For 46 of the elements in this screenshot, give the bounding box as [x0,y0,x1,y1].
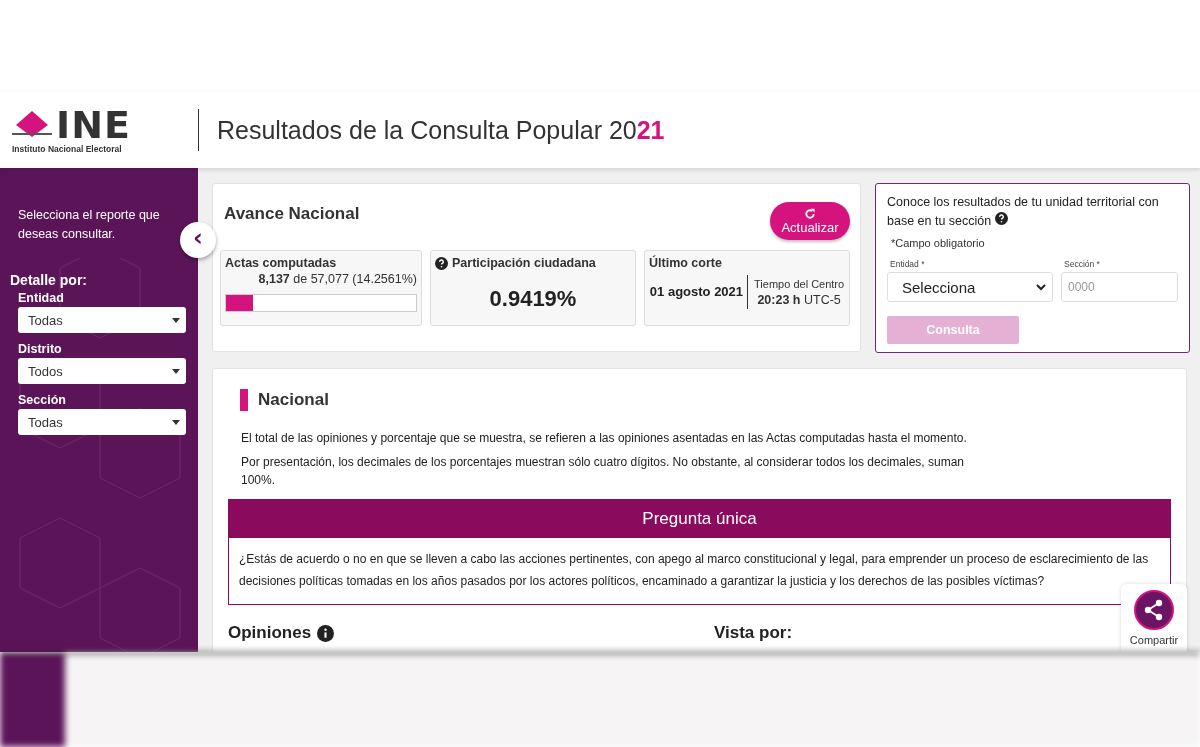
entity-select[interactable]: Selecciona [887,272,1053,302]
stat-reading: 8,137 de 57,077 (14.2561%) [258,272,417,286]
card-title: Avance Nacional [224,204,360,224]
info-paragraph: El total de las opiniones y porcentaje que se muestra, se refieren a las opiniones asentadas en las Actas computadas hasta el momento. [241,430,968,447]
view-label: Vista por: [714,623,793,643]
filter-label: Sección [18,393,67,407]
question-header: Pregunta única [228,499,1171,538]
share-icon [1134,590,1174,630]
share-button[interactable]: Compartir [1121,584,1187,652]
info-paragraph: Por presentación, los decimales de los porcentajes muestran sólo cuatro dígitos. No obstante, al considerar todos los decimales, suman 100%. [241,454,966,489]
help-icon [435,256,448,270]
field-label: Sección * [1064,259,1101,269]
filter-heading: Detalle por: [10,272,88,288]
caret-icon [172,317,180,323]
lookup-title: Conoce los resultados de tu unidad territorial con base en tu sección [887,194,1160,230]
stat-label: Último corte [649,256,723,270]
filter-select[interactable]: Todos [18,358,186,384]
filter-select[interactable]: Todas [18,409,186,435]
filter-label: Entidad [18,291,65,305]
filter-label: Distrito [18,342,63,356]
stat-label: Participación ciudadana [452,256,596,270]
info-icon [317,624,335,642]
timezone-label: Tiempo del Centro [754,277,845,290]
page-title: Resultados de la Consulta Popular 2021 [217,115,665,145]
section-input[interactable]: 0000 [1061,272,1178,302]
logo-icon [12,111,52,139]
stat-label: Actas computadas [225,256,338,270]
section-title: Nacional [258,390,329,410]
logo-text: INE [56,106,131,144]
help-icon [994,212,1008,225]
filter-select[interactable]: Todas [18,307,186,333]
refresh-icon [804,207,816,220]
caret-icon [172,419,180,425]
cut-date: 01 agosto 2021 [649,275,749,309]
logo-caption: Instituto Nacional Electoral [12,144,123,154]
field-label: Entidad * [890,259,926,269]
accent-bar [240,389,248,411]
stat-value: 0.9419% [488,286,578,312]
cut-time: 20:23 h UTC-5 [757,292,841,307]
chevron-icon [1036,283,1046,291]
opinions-label: Opiniones [228,623,312,643]
required-note: *Campo obligatorio [891,237,986,249]
refresh-button[interactable]: Actualizar [770,202,850,240]
sidebar-intro: Selecciona el reporte que deseas consultar. [18,207,161,243]
caret-icon [172,368,180,374]
collapse-button[interactable]: ‹ [180,222,216,258]
